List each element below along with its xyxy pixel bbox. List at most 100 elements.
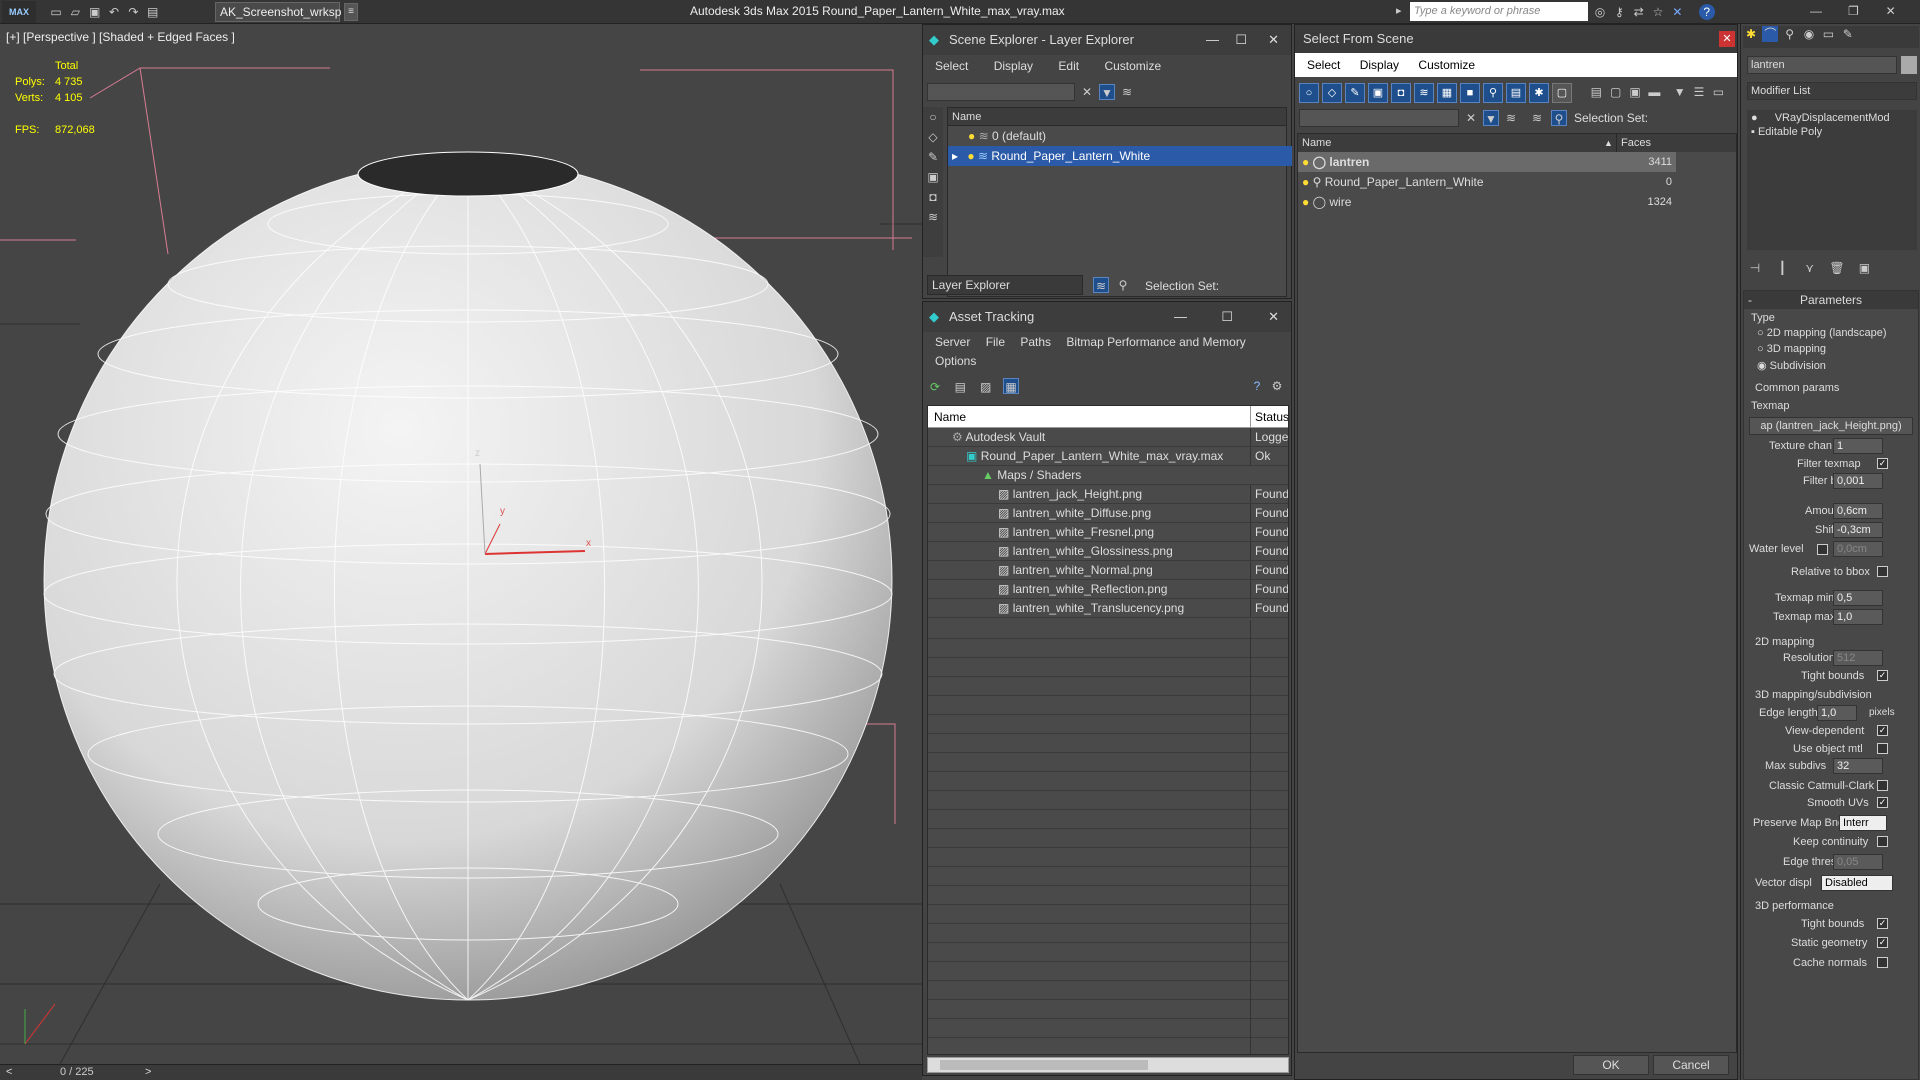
radio-selected-icon[interactable]: ◉ xyxy=(1757,360,1767,372)
hierarchy-icon[interactable]: ☰ xyxy=(1691,84,1707,100)
undo-icon[interactable]: ↶ xyxy=(106,4,122,20)
redo-icon[interactable]: ↷ xyxy=(125,4,141,20)
sort-ascending-icon[interactable]: ▲ xyxy=(1604,134,1613,152)
options-icon[interactable]: ▭ xyxy=(1710,84,1726,100)
filter-icon[interactable]: ▼ xyxy=(1099,84,1115,100)
radio-subdivision[interactable]: ◉ Subdivision xyxy=(1757,359,1826,372)
modifier-list-dropdown[interactable]: Modifier List xyxy=(1747,82,1917,100)
menu-options[interactable]: Options xyxy=(935,354,976,368)
hidden-filter-icon[interactable]: ▢ xyxy=(1552,83,1572,103)
close-icon[interactable]: ✕ xyxy=(1268,25,1279,55)
xrefs-filter-icon[interactable]: ■ xyxy=(1460,83,1480,103)
layer-tree-header[interactable]: Name xyxy=(948,108,1286,126)
relative-bbox-checkbox[interactable] xyxy=(1877,566,1888,577)
hierarchy-icon[interactable]: ⚲ xyxy=(1115,277,1131,293)
scene-explorer-search[interactable] xyxy=(927,83,1075,101)
app-logo[interactable]: MAX xyxy=(2,1,36,23)
menu-server[interactable]: Server xyxy=(935,335,970,349)
amount-spinner[interactable]: 0,6cm xyxy=(1833,503,1883,519)
asset-row[interactable]: ▣ Round_Paper_Lantern_White_max_vray.max… xyxy=(928,447,1288,466)
asset-row[interactable]: ▨ lantren_white_Diffuse.png Found xyxy=(928,504,1288,523)
display-lights-icon[interactable]: ✎ xyxy=(925,149,941,165)
star-icon[interactable]: ☆ xyxy=(1650,4,1666,20)
layer-row[interactable]: ● ≋ 0 (default) xyxy=(948,126,1286,146)
create-tab-icon[interactable]: ✱ xyxy=(1743,26,1759,42)
texmap-button[interactable]: ap (lantren_jack_Height.png) xyxy=(1749,417,1913,435)
select-none-icon[interactable]: ▢ xyxy=(1608,84,1624,100)
select-invert-icon[interactable]: ▣ xyxy=(1627,84,1643,100)
collapse-icon[interactable]: ▬ xyxy=(1646,84,1662,100)
asset-row[interactable]: ▲ Maps / Shaders xyxy=(928,466,1288,485)
layer-filter-icon[interactable]: ≋ xyxy=(1503,110,1519,126)
table-view-icon[interactable]: ▦ xyxy=(1003,378,1020,394)
edge-thresh-spinner[interactable]: 0,05 xyxy=(1833,854,1883,870)
preserve-map-dropdown[interactable]: Interr xyxy=(1839,815,1887,831)
explorer-type-dropdown[interactable]: Layer Explorer xyxy=(927,275,1083,295)
collapse-icon[interactable]: - xyxy=(1748,291,1752,309)
object-color-swatch[interactable] xyxy=(1901,56,1917,74)
time-slider-next[interactable]: > xyxy=(145,1066,151,1078)
shift-spinner[interactable]: -0,3cm xyxy=(1833,522,1883,538)
binoculars-icon[interactable]: ◎ xyxy=(1592,4,1608,20)
display-cameras-icon[interactable]: ▣ xyxy=(925,169,941,185)
asset-column-status[interactable]: Status xyxy=(1250,406,1288,428)
light-bulb-icon[interactable]: ● xyxy=(1302,195,1309,209)
filter-texmap-checkbox[interactable]: ✓ xyxy=(1877,458,1888,469)
menu-customize[interactable]: Customize xyxy=(1418,58,1475,72)
help-icon[interactable]: ? xyxy=(1698,4,1715,20)
radio-icon[interactable]: ○ xyxy=(1757,343,1764,355)
select-all-icon[interactable]: ▤ xyxy=(1588,84,1604,100)
filter-icon[interactable]: ▼ xyxy=(1672,84,1688,100)
view-dependent-checkbox[interactable]: ✓ xyxy=(1877,725,1888,736)
new-file-icon[interactable]: ▭ xyxy=(48,4,64,20)
expand-box-icon[interactable]: ▪ xyxy=(1751,126,1755,138)
layer-row[interactable]: ▸ ● ≋ Round_Paper_Lantern_White xyxy=(948,146,1292,166)
remove-modifier-icon[interactable]: 🗑 xyxy=(1829,260,1845,276)
static-geometry-checkbox[interactable]: ✓ xyxy=(1877,937,1888,948)
perspective-viewport[interactable]: [+] [Perspective ] [Shaded + Edged Faces… xyxy=(0,24,922,1064)
use-object-mtl-checkbox[interactable] xyxy=(1877,743,1888,754)
cancel-button[interactable]: Cancel xyxy=(1653,1055,1729,1075)
close-icon[interactable]: ✕ xyxy=(1268,302,1279,332)
geometry-filter-icon[interactable]: ○ xyxy=(1299,83,1319,103)
project-icon[interactable]: ▤ xyxy=(145,4,161,20)
select-search-input[interactable] xyxy=(1299,109,1459,127)
display-helpers-icon[interactable]: ◘ xyxy=(925,189,941,205)
key-icon[interactable]: ⚷ xyxy=(1611,4,1627,20)
asset-tracking-titlebar[interactable]: ◆ Asset Tracking — ☐ ✕ xyxy=(923,302,1291,332)
clear-search-icon[interactable]: ✕ xyxy=(1079,84,1095,100)
groups-filter-icon[interactable]: ▦ xyxy=(1437,83,1457,103)
light-bulb-icon[interactable]: ● xyxy=(1751,112,1758,124)
filter-toggle-icon[interactable]: ▼ xyxy=(1483,110,1499,126)
light-bulb-icon[interactable]: ● xyxy=(1302,175,1309,189)
pin-stack-icon[interactable]: ⊣ xyxy=(1747,260,1763,276)
scrollbar-thumb[interactable] xyxy=(940,1060,1148,1070)
scene-explorer-titlebar[interactable]: ◆ Scene Explorer - Layer Explorer — ☐ ✕ xyxy=(923,25,1291,55)
ok-button[interactable]: OK xyxy=(1573,1055,1649,1075)
workspace-menu-icon[interactable]: ≡ xyxy=(344,3,358,21)
column-faces[interactable]: Faces xyxy=(1616,134,1676,152)
horizontal-scrollbar[interactable] xyxy=(927,1057,1289,1073)
menu-select[interactable]: Select xyxy=(935,59,968,73)
radio-icon[interactable]: ○ xyxy=(1757,327,1764,339)
asset-row[interactable]: ▨ lantren_jack_Height.png Found xyxy=(928,485,1288,504)
menu-edit[interactable]: Edit xyxy=(1058,59,1079,73)
light-bulb-icon[interactable]: ● xyxy=(967,149,974,163)
tight-bounds-2-checkbox[interactable]: ✓ xyxy=(1877,918,1888,929)
keep-continuity-checkbox[interactable] xyxy=(1877,836,1888,847)
thumbnail-view-icon[interactable]: ▨ xyxy=(978,379,994,395)
asset-row[interactable]: ▨ lantren_white_Fresnel.png Found xyxy=(928,523,1288,542)
light-bulb-icon[interactable]: ● xyxy=(1302,155,1309,169)
menu-customize[interactable]: Customize xyxy=(1104,59,1161,73)
asset-row[interactable]: ⚙ Autodesk Vault Logged xyxy=(928,428,1288,447)
radio-3d-mapping[interactable]: ○ 3D mapping xyxy=(1757,343,1826,355)
exchange-icon[interactable]: ⇄ xyxy=(1631,4,1647,20)
menu-bitmap-performance[interactable]: Bitmap Performance and Memory xyxy=(1066,335,1245,349)
water-level-spinner[interactable]: 0,0cm xyxy=(1833,541,1883,557)
asset-row[interactable]: ▨ lantren_white_Glossiness.png Found xyxy=(928,542,1288,561)
close-icon[interactable]: ✕ xyxy=(1719,31,1735,47)
refresh-icon[interactable]: ⟳ xyxy=(927,379,943,395)
close-icon[interactable]: ✕ xyxy=(1883,3,1899,19)
minimize-icon[interactable]: — xyxy=(1808,3,1824,19)
vector-displ-dropdown[interactable]: Disabled xyxy=(1821,875,1893,891)
